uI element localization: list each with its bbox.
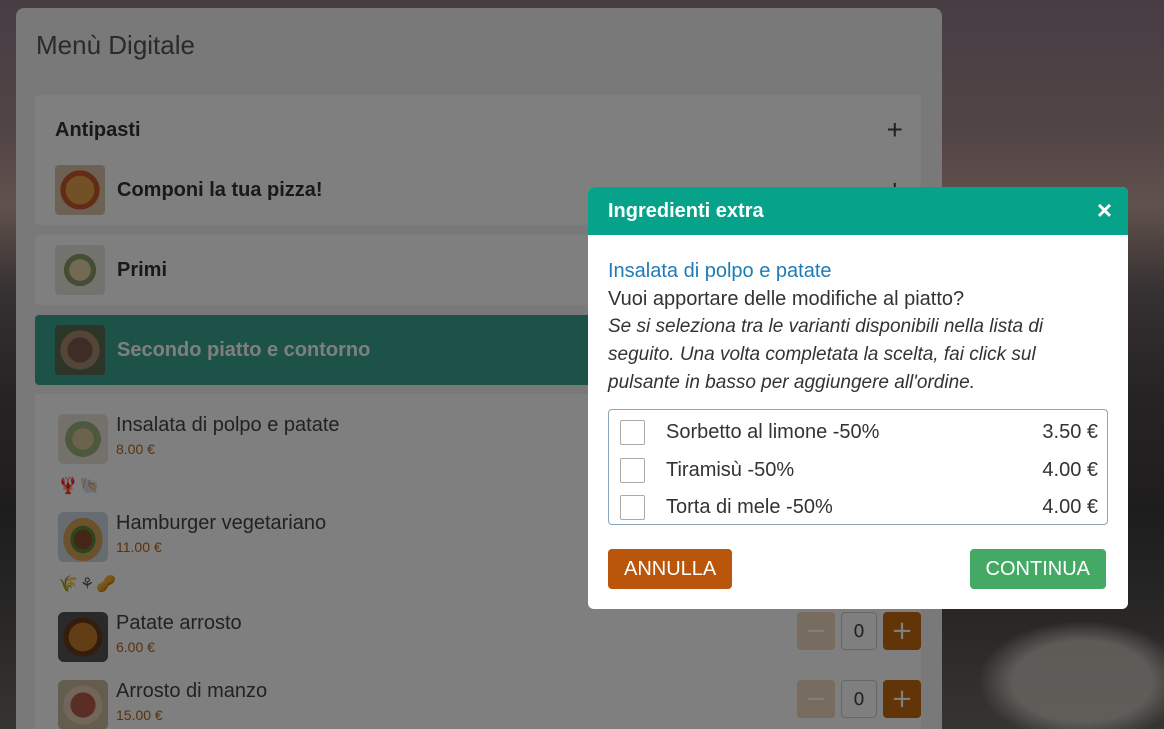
- dialog-body: Insalata di polpo e patate Vuoi apportar…: [588, 235, 1128, 525]
- option-row[interactable]: Tiramisù -50% 4.00 €: [618, 452, 1098, 490]
- dialog-question: Vuoi apportare delle modifiche al piatto…: [608, 288, 965, 310]
- dialog-title: Ingredienti extra: [608, 199, 764, 222]
- option-checkbox[interactable]: [620, 457, 645, 483]
- option-price: 4.00 €: [1042, 496, 1098, 519]
- dialog-footer: ANNULLA CONTINUA: [608, 549, 1106, 589]
- option-label: Tiramisù -50%: [666, 458, 795, 481]
- option-label: Sorbetto al limone -50%: [666, 421, 880, 444]
- dish-title: Insalata di polpo e patate: [608, 260, 832, 282]
- option-price: 3.50 €: [1042, 421, 1098, 444]
- cancel-button[interactable]: ANNULLA: [608, 549, 733, 589]
- option-checkbox[interactable]: [620, 495, 645, 521]
- option-row[interactable]: Sorbetto al limone -50% 3.50 €: [618, 414, 1098, 452]
- options-list: Sorbetto al limone -50% 3.50 € Tiramisù …: [608, 409, 1108, 525]
- dialog-header: Ingredienti extra ×: [588, 187, 1128, 235]
- close-icon[interactable]: ×: [1097, 195, 1112, 226]
- option-price: 4.00 €: [1042, 458, 1098, 481]
- option-row[interactable]: Torta di mele -50% 4.00 €: [618, 489, 1098, 527]
- option-checkbox[interactable]: [620, 420, 645, 446]
- dialog-instructions: Se si seleziona tra le varianti disponib…: [608, 316, 1044, 393]
- option-label: Torta di mele -50%: [666, 496, 833, 519]
- extra-ingredients-dialog: Ingredienti extra × Insalata di polpo e …: [588, 187, 1128, 609]
- continue-button[interactable]: CONTINUA: [969, 549, 1106, 589]
